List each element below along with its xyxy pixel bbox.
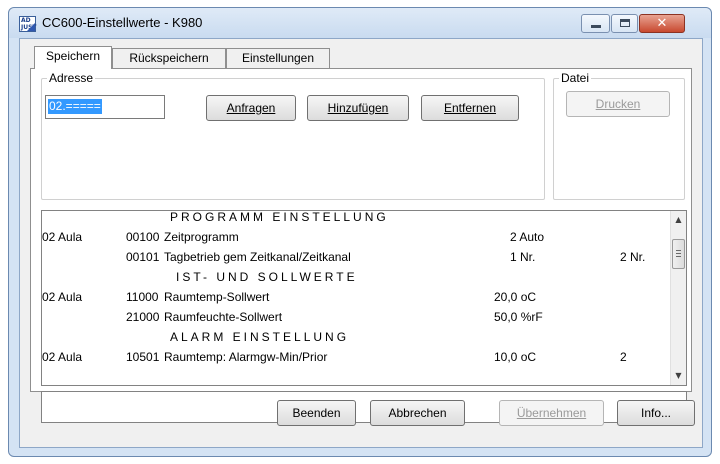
row-value: 50,0 %rF — [494, 310, 543, 324]
apply-button[interactable]: Übernehmen — [499, 400, 604, 426]
row-code: 00101 — [126, 250, 160, 264]
row-value: 1 Nr. — [510, 250, 536, 264]
section-header-text: IST- UND SOLLWERTE — [176, 270, 358, 284]
row-code: 11000 — [126, 290, 159, 304]
scroll-grip-line — [676, 250, 681, 251]
row-extra: 2 — [620, 350, 627, 364]
row-name: Zeitprogramm — [164, 230, 239, 244]
list-section-header: IST- UND SOLLWERTE — [42, 267, 672, 287]
list-item[interactable]: 02 Aula 11000 Raumtemp-Sollwert 20,0 oC — [42, 287, 672, 307]
list-section-header: PROGRAMM EINSTELLUNG — [42, 210, 672, 227]
row-name: Raumtemp-Sollwert — [164, 290, 270, 304]
scroll-thumb[interactable] — [672, 239, 685, 269]
window-title: CC600-Einstellwerte - K980 — [42, 15, 203, 30]
info-button-label: Info... — [640, 406, 672, 420]
minimize-icon — [591, 25, 601, 28]
scroll-grip-line — [676, 256, 681, 257]
list-section-header: ALARM EINSTELLUNG — [42, 327, 672, 347]
row-code: 21000 — [126, 310, 160, 324]
tab-speichern[interactable]: Speichern — [34, 46, 112, 69]
print-button[interactable]: Drucken — [566, 91, 670, 117]
file-group-label: Datei — [559, 71, 592, 85]
remove-button-label: Entfernen — [443, 101, 497, 115]
maximize-icon — [620, 19, 630, 27]
apply-button-label: Übernehmen — [516, 406, 587, 420]
row-value: 20,0 oC — [494, 290, 537, 304]
end-button-label: Beenden — [292, 406, 341, 420]
list-item[interactable]: 02 Aula 00100 Zeitprogramm 2 Auto — [42, 227, 672, 247]
tab-page: Adresse 02.===== Anfragen Hinzufügen Ent… — [30, 68, 692, 423]
print-button-label: Drucken — [595, 97, 641, 111]
app-icon: AD JUST — [19, 16, 37, 32]
cancel-button-label: Abbrechen — [388, 406, 447, 420]
query-button[interactable]: Anfragen — [206, 95, 296, 121]
row-code: 00100 — [126, 230, 160, 244]
row-extra: 2 Nr. — [620, 250, 646, 264]
address-group-label: Adresse — [47, 71, 96, 85]
row-value: 2 Auto — [510, 230, 545, 244]
dialog-client: Speichern Rückspeichern Einstellungen Ad… — [19, 38, 703, 448]
settings-list[interactable]: PROGRAMM EINSTELLUNG 02 Aula 00100 Zeitp… — [41, 210, 687, 386]
row-name: Raumtemp: Alarmgw-Min/Prior — [164, 350, 328, 364]
row-name: Raumfeuchte-Sollwert — [164, 310, 283, 324]
cancel-button[interactable]: Abbrechen — [370, 400, 465, 426]
vertical-scrollbar[interactable]: ▲ ▼ — [670, 211, 686, 385]
tab-rueckspeichern[interactable]: Rückspeichern — [112, 48, 226, 69]
end-button[interactable]: Beenden — [277, 400, 356, 426]
remove-button[interactable]: Entfernen — [421, 95, 519, 121]
close-button[interactable]: ✕ — [639, 14, 685, 33]
list-item[interactable]: 00101 Tagbetrieb gem Zeitkanal/Zeitkanal… — [42, 247, 672, 267]
row-room: 02 Aula — [42, 230, 83, 244]
title-bar[interactable]: AD JUST CC600-Einstellwerte - K980 ✕ — [9, 8, 711, 38]
scroll-up-icon[interactable]: ▲ — [671, 212, 686, 228]
info-button[interactable]: Info... — [617, 400, 695, 426]
row-room: 02 Aula — [42, 350, 83, 364]
address-input[interactable]: 02.===== — [45, 95, 165, 119]
list-item[interactable]: 02 Aula 10501 Raumtemp: Alarmgw-Min/Prio… — [42, 347, 672, 367]
maximize-button[interactable] — [611, 14, 638, 33]
row-name: Tagbetrieb gem Zeitkanal/Zeitkanal — [164, 250, 351, 264]
minimize-button[interactable] — [581, 14, 610, 33]
add-button[interactable]: Hinzufügen — [307, 95, 409, 121]
row-value: 10,0 oC — [494, 350, 537, 364]
close-icon: ✕ — [656, 16, 668, 31]
scroll-grip-line — [676, 253, 681, 254]
list-item[interactable]: 21000 Raumfeuchte-Sollwert 50,0 %rF — [42, 307, 672, 327]
query-button-label: Anfragen — [226, 101, 276, 115]
app-icon-triangle — [27, 23, 35, 31]
section-header-text: ALARM EINSTELLUNG — [170, 330, 350, 344]
row-code: 10501 — [126, 350, 160, 364]
section-header-text: PROGRAMM EINSTELLUNG — [170, 210, 389, 224]
tab-einstellungen[interactable]: Einstellungen — [226, 48, 330, 69]
add-button-label: Hinzufügen — [327, 101, 389, 115]
row-room: 02 Aula — [42, 290, 83, 304]
scroll-down-icon[interactable]: ▼ — [671, 368, 686, 384]
address-input-value: 02.===== — [48, 99, 102, 114]
main-window: AD JUST CC600-Einstellwerte - K980 ✕ Spe… — [8, 7, 712, 457]
